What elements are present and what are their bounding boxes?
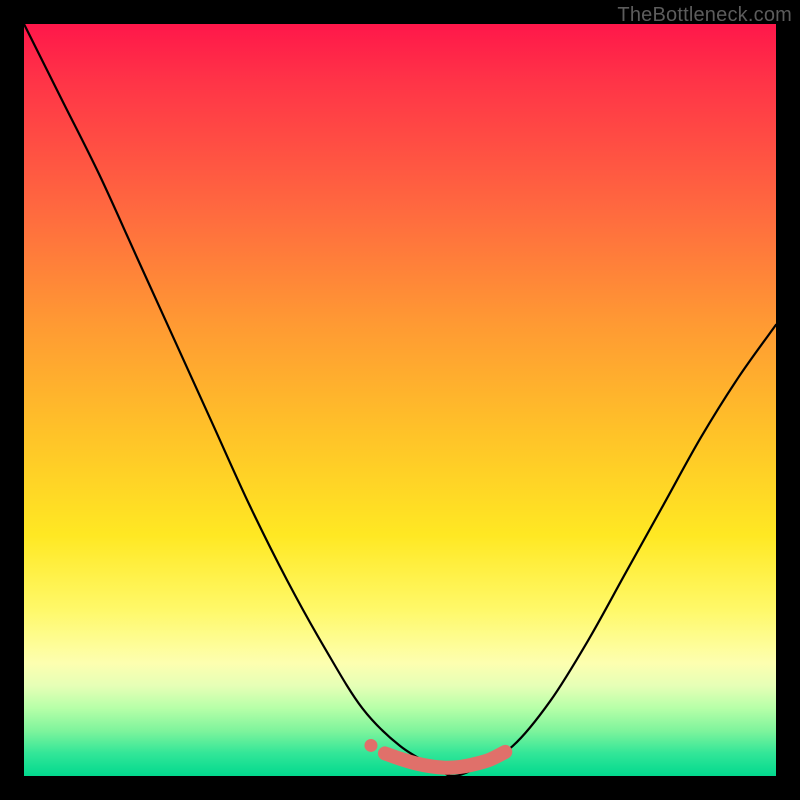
watermark-text: TheBottleneck.com: [617, 4, 792, 27]
optimal-range-marker: [364, 739, 505, 768]
optimal-range-stroke: [385, 752, 505, 768]
optimal-range-dot: [364, 739, 377, 752]
chart-svg: [24, 24, 776, 776]
bottleneck-curve: [24, 24, 776, 776]
chart-frame: [24, 24, 776, 776]
